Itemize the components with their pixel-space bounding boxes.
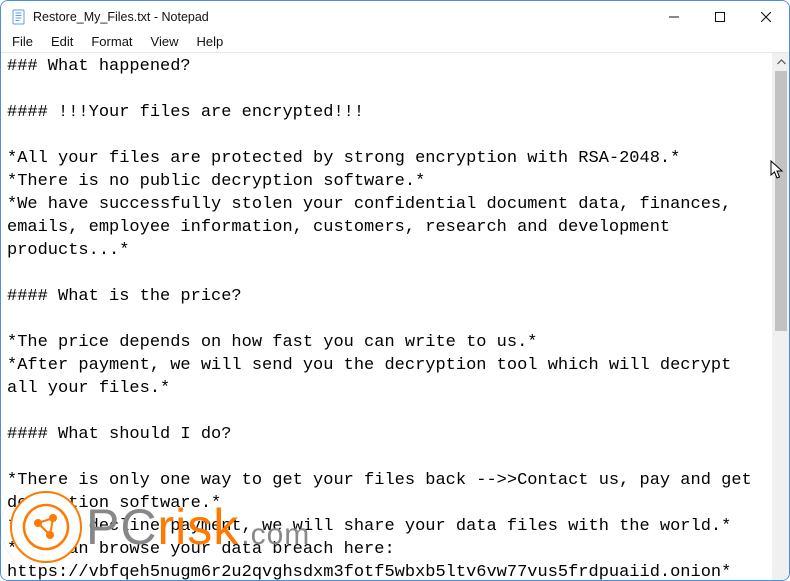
scroll-up-icon[interactable] (773, 53, 790, 70)
menubar: File Edit Format View Help (1, 33, 789, 52)
titlebar: Restore_My_Files.txt - Notepad (1, 1, 789, 33)
menu-help[interactable]: Help (187, 33, 232, 50)
maximize-button[interactable] (697, 1, 743, 33)
minimize-button[interactable] (651, 1, 697, 33)
menu-edit[interactable]: Edit (42, 33, 82, 50)
editor-area: ### What happened? #### !!!Your files ar… (1, 52, 789, 581)
menu-format[interactable]: Format (82, 33, 141, 50)
scroll-thumb[interactable] (775, 71, 787, 331)
vertical-scrollbar[interactable] (772, 53, 789, 581)
menu-file[interactable]: File (3, 33, 42, 50)
window-title: Restore_My_Files.txt - Notepad (33, 10, 209, 24)
close-button[interactable] (743, 1, 789, 33)
notepad-window: Restore_My_Files.txt - Notepad File Edit… (0, 0, 790, 581)
menu-view[interactable]: View (142, 33, 188, 50)
notepad-icon (11, 9, 27, 25)
text-content[interactable]: ### What happened? #### !!!Your files ar… (1, 53, 772, 581)
